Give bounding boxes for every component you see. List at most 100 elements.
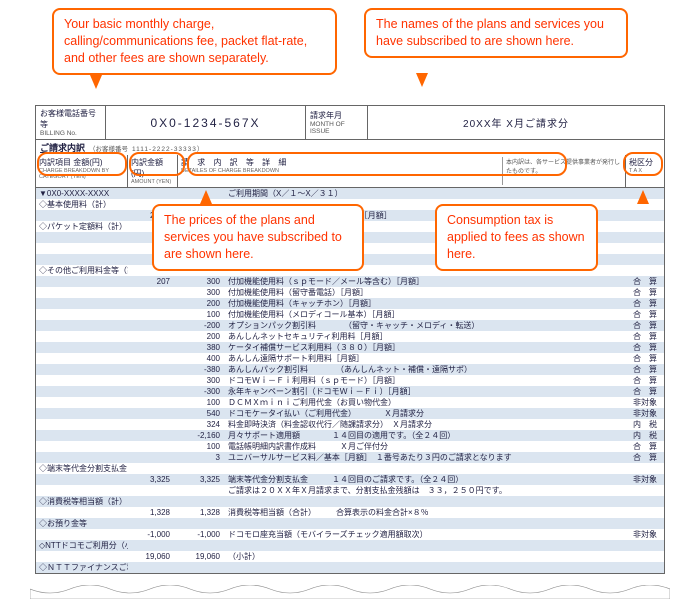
cell-c4: ご利用期間（X／１～X／３１） — [224, 188, 626, 199]
phone-value: 0X0-1234-567X — [150, 116, 260, 130]
cell-c5: 合 算 — [626, 441, 664, 452]
cell-c3: 540 — [174, 409, 224, 418]
cell-c2: -1,000 — [128, 530, 174, 539]
table-row: ◇NTTドコモご利用分（小計） — [36, 540, 664, 551]
cell-c1: ◇ＮＴＴファイナンスご利用分 — [36, 562, 128, 573]
cell-c5: 合 算 — [626, 342, 664, 353]
cell-c3: 100 — [174, 310, 224, 319]
cell-c5: 合 算 — [626, 386, 664, 397]
callout-top-right: The names of the plans and services you … — [364, 8, 628, 58]
table-row: 3ユニバーサルサービス料／基本［月額］ １番号あたり３円のご請求となります合 算 — [36, 452, 664, 463]
table-row: 400あんしん遠隔サポート利用料［月額］合 算 — [36, 353, 664, 364]
highlight-ring — [623, 152, 663, 176]
cell-c4: ご請求は２０ＸＸ年Ｘ月請求まで、分割支払金残額は ３３，２５０円です。 — [224, 485, 626, 496]
table-row: -380あんしんパック割引料 （あんしんネット・補償・遠隔サポ）合 算 — [36, 364, 664, 375]
cell-c5: 合 算 — [626, 298, 664, 309]
cell-c4: あんしん遠隔サポート利用料［月額］ — [224, 353, 626, 364]
cell-c5: 内 税 — [626, 430, 664, 441]
cell-c3: 380 — [174, 343, 224, 352]
table-row: 300付加機能使用料（留守番電話）［月額］合 算 — [36, 287, 664, 298]
cell-c5: 合 算 — [626, 364, 664, 375]
customer-value: 1111-2222-33333） — [132, 143, 204, 153]
table-row: ご請求は２０ＸＸ年Ｘ月請求まで、分割支払金残額は ３３，２５０円です。 — [36, 485, 664, 496]
table-row: 200あんしんネットセキュリティ利用料［月額］合 算 — [36, 331, 664, 342]
cell-c4: ユニバーサルサービス料／基本［月額］ １番号あたり３円のご請求となります — [224, 452, 626, 463]
cell-c3: 3,325 — [174, 475, 224, 484]
table-row: 100ＤＣＭＸｍｉｎｉご利用代金（お買い物代金）非対象 — [36, 397, 664, 408]
cell-c5: 合 算 — [626, 353, 664, 364]
cell-c5: 合 算 — [626, 331, 664, 342]
cell-c2: 19,060 — [128, 552, 174, 561]
cell-c4: ケータイ補償サービス利用料（３８０）［月額］ — [224, 342, 626, 353]
table-row: 207300付加機能使用料（ｓｐモード／メール等含む）［月額］合 算 — [36, 276, 664, 287]
cell-c5: 非対象 — [626, 397, 664, 408]
month-label-jp: 請求年月 — [310, 110, 363, 121]
cell-c4: オプションパック割引料 （留守・キャッチ・メロディ・転送） — [224, 320, 626, 331]
cell-c4: （小計） — [224, 551, 626, 562]
cell-c4: 付加機能使用料（留守番電話）［月額］ — [224, 287, 626, 298]
customer-label: （お客様番号 — [89, 143, 128, 153]
callout-top-left: Your basic monthly charge, calling/commu… — [52, 8, 337, 75]
cell-c4: ドコモケータイ払い（ご利用代金） Ｘ月請求分 — [224, 408, 626, 419]
cell-c5: 合 算 — [626, 276, 664, 287]
phone-label-en: BILLING No. — [40, 130, 101, 137]
cell-c4: 端末等代金分割支払金 １４回目のご請求です。（全２４回） — [224, 474, 626, 485]
cell-c5: 合 算 — [626, 287, 664, 298]
highlight-ring — [37, 152, 127, 176]
cell-c3: 400 — [174, 354, 224, 363]
cell-c3: 300 — [174, 376, 224, 385]
cell-c3: -380 — [174, 365, 224, 374]
cell-c5: 非対象 — [626, 474, 664, 485]
cell-c1: ◇基本使用料（計） — [36, 199, 128, 210]
table-row: 324料金即時決済（料金認収代行／随課請求分） Ｘ月請求分内 税 — [36, 419, 664, 430]
cell-c3: 324 — [174, 420, 224, 429]
cell-c1: ◇NTTドコモご利用分（小計） — [36, 540, 128, 551]
col2-en: AMOUNT (YEN) — [131, 179, 174, 185]
arrow-up-icon — [637, 190, 649, 204]
table-row: ▼0X0-XXXX-XXXX ご利用期間（X／１～X／３１） — [36, 188, 664, 199]
cell-c3: 100 — [174, 442, 224, 451]
cell-c3: 300 — [174, 277, 224, 286]
cell-c1: ◇消費税等相当額（計） — [36, 496, 128, 507]
table-row: 540ドコモケータイ払い（ご利用代金） Ｘ月請求分非対象 — [36, 408, 664, 419]
cell-c3: 1,328 — [174, 508, 224, 517]
highlight-ring — [129, 152, 185, 176]
cell-c4: 月々サポート適用額 １４回目の適用です。（全２４回） — [224, 430, 626, 441]
cell-c4: ドコモロ座充当額（モバイラーズチェック適用額取次） — [224, 529, 626, 540]
cell-c3: 100 — [174, 398, 224, 407]
table-row: ◇消費税等相当額（計） — [36, 496, 664, 507]
cell-c3: -1,000 — [174, 530, 224, 539]
month-value: 20XX年 X月ご請求分 — [463, 115, 569, 130]
table-row: ◇端末等代金分割支払金 — [36, 463, 664, 474]
arrow-up-icon — [200, 190, 212, 204]
cell-c3: 200 — [174, 332, 224, 341]
cell-c3: 300 — [174, 288, 224, 297]
table-row: ◇お預り金等 — [36, 518, 664, 529]
table-row: -300永年キャンペーン割引（ドコモＷｉ－Ｆｉ）［月額］合 算 — [36, 386, 664, 397]
cell-c1: ▼0X0-XXXX-XXXX — [36, 189, 128, 198]
cell-c4: 電話帳明細内訳書作成料 Ｘ月ご伴付分 — [224, 441, 626, 452]
cell-c5: 非対象 — [626, 529, 664, 540]
cell-c4: 消費税等相当額（合計） 合算表示の料金合計×８％ — [224, 507, 626, 518]
cell-c3: 3 — [174, 453, 224, 462]
table-row: 300ドコモＷｉ－Ｆｉ利用料（ｓｐモード）［月額］合 算 — [36, 375, 664, 386]
table-row: ◇ＮＴＴファイナンスご利用分 — [36, 562, 664, 573]
cell-c3: -200 — [174, 321, 224, 330]
table-row: 200付加機能使用料（キャッチホン）［月額］合 算 — [36, 298, 664, 309]
cell-c5: 内 税 — [626, 419, 664, 430]
cell-c4: あんしんネットセキュリティ利用料［月額］ — [224, 331, 626, 342]
cell-c3: 19,060 — [174, 552, 224, 561]
cell-c5: 合 算 — [626, 375, 664, 386]
bill-header: お客様電話番号等 BILLING No. 0X0-1234-567X 請求年月 … — [36, 106, 664, 140]
callout-text: Your basic monthly charge, calling/commu… — [64, 17, 307, 65]
cell-c1: ◇端末等代金分割支払金 — [36, 463, 128, 474]
arrow-down-icon — [416, 73, 428, 87]
arrow-down-icon — [90, 75, 102, 89]
cell-c1: ◇お預り金等 — [36, 518, 128, 529]
cell-c4: 付加機能使用料（キャッチホン）［月額］ — [224, 298, 626, 309]
cell-c4: 料金即時決済（料金認収代行／随課請求分） Ｘ月請求分 — [224, 419, 626, 430]
table-row: 100電話帳明細内訳書作成料 Ｘ月ご伴付分合 算 — [36, 441, 664, 452]
cell-c2: 1,328 — [128, 508, 174, 517]
cell-c4: ＤＣＭＸｍｉｎｉご利用代金（お買い物代金） — [224, 397, 626, 408]
table-row: 1,3281,328消費税等相当額（合計） 合算表示の料金合計×８％ — [36, 507, 664, 518]
